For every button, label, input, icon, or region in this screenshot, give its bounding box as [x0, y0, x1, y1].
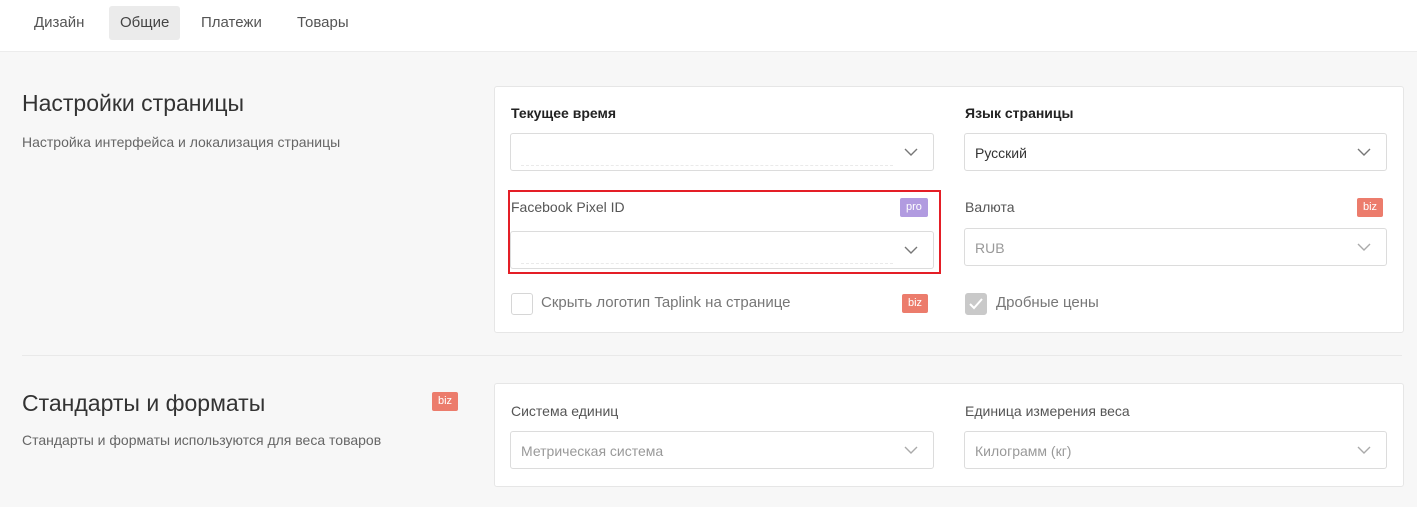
unit-system-label: Система единиц — [511, 403, 619, 419]
chevron-down-icon — [903, 242, 919, 258]
fractional-prices-checkbox[interactable] — [965, 293, 987, 315]
facebook-pixel-select[interactable] — [510, 231, 934, 269]
unit-system-value: Метрическая система — [521, 443, 664, 459]
chevron-down-icon — [1356, 144, 1372, 160]
tab-bar: Дизайн Общие Платежи Товары — [0, 0, 1417, 52]
placeholder-line — [521, 165, 893, 166]
biz-badge: biz — [1357, 198, 1384, 217]
weight-unit-value: Килограмм (кг) — [975, 443, 1072, 459]
tab-design[interactable]: Дизайн — [23, 6, 95, 40]
tab-payments[interactable]: Платежи — [190, 6, 273, 40]
standards-description: Стандарты и форматы используются для вес… — [22, 432, 382, 448]
chevron-down-icon — [903, 442, 919, 458]
hide-logo-label: Скрыть логотип Taplink на странице — [541, 294, 791, 311]
hide-logo-checkbox[interactable] — [511, 293, 533, 315]
section-divider — [22, 355, 1402, 356]
unit-system-select[interactable]: Метрическая система — [510, 431, 934, 469]
weight-unit-label: Единица измерения веса — [965, 403, 1130, 419]
currency-label: Валюта — [965, 199, 1015, 215]
page-settings-description: Настройка интерфейса и локализация стран… — [22, 134, 341, 150]
tab-products[interactable]: Товары — [286, 6, 360, 40]
page-language-value: Русский — [975, 145, 1027, 161]
weight-unit-select[interactable]: Килограмм (кг) — [964, 431, 1387, 469]
currency-value: RUB — [975, 240, 1005, 256]
chevron-down-icon — [1356, 442, 1372, 458]
current-time-label: Текущее время — [511, 105, 616, 121]
currency-select[interactable]: RUB — [964, 228, 1387, 266]
biz-badge: biz — [432, 392, 459, 411]
biz-badge: biz — [902, 294, 929, 313]
current-time-select[interactable] — [510, 133, 934, 171]
page-language-select[interactable]: Русский — [964, 133, 1387, 171]
page-settings-title: Настройки страницы — [22, 90, 245, 116]
placeholder-line — [521, 263, 893, 264]
tab-general[interactable]: Общие — [109, 6, 181, 40]
fractional-prices-label: Дробные цены — [996, 294, 1099, 311]
check-icon — [969, 298, 983, 310]
standards-title: Стандарты и форматы — [22, 390, 266, 416]
pro-badge: pro — [900, 198, 928, 217]
chevron-down-icon — [903, 144, 919, 160]
facebook-pixel-label: Facebook Pixel ID — [511, 199, 625, 215]
page-language-label: Язык страницы — [965, 105, 1074, 121]
chevron-down-icon — [1356, 239, 1372, 255]
